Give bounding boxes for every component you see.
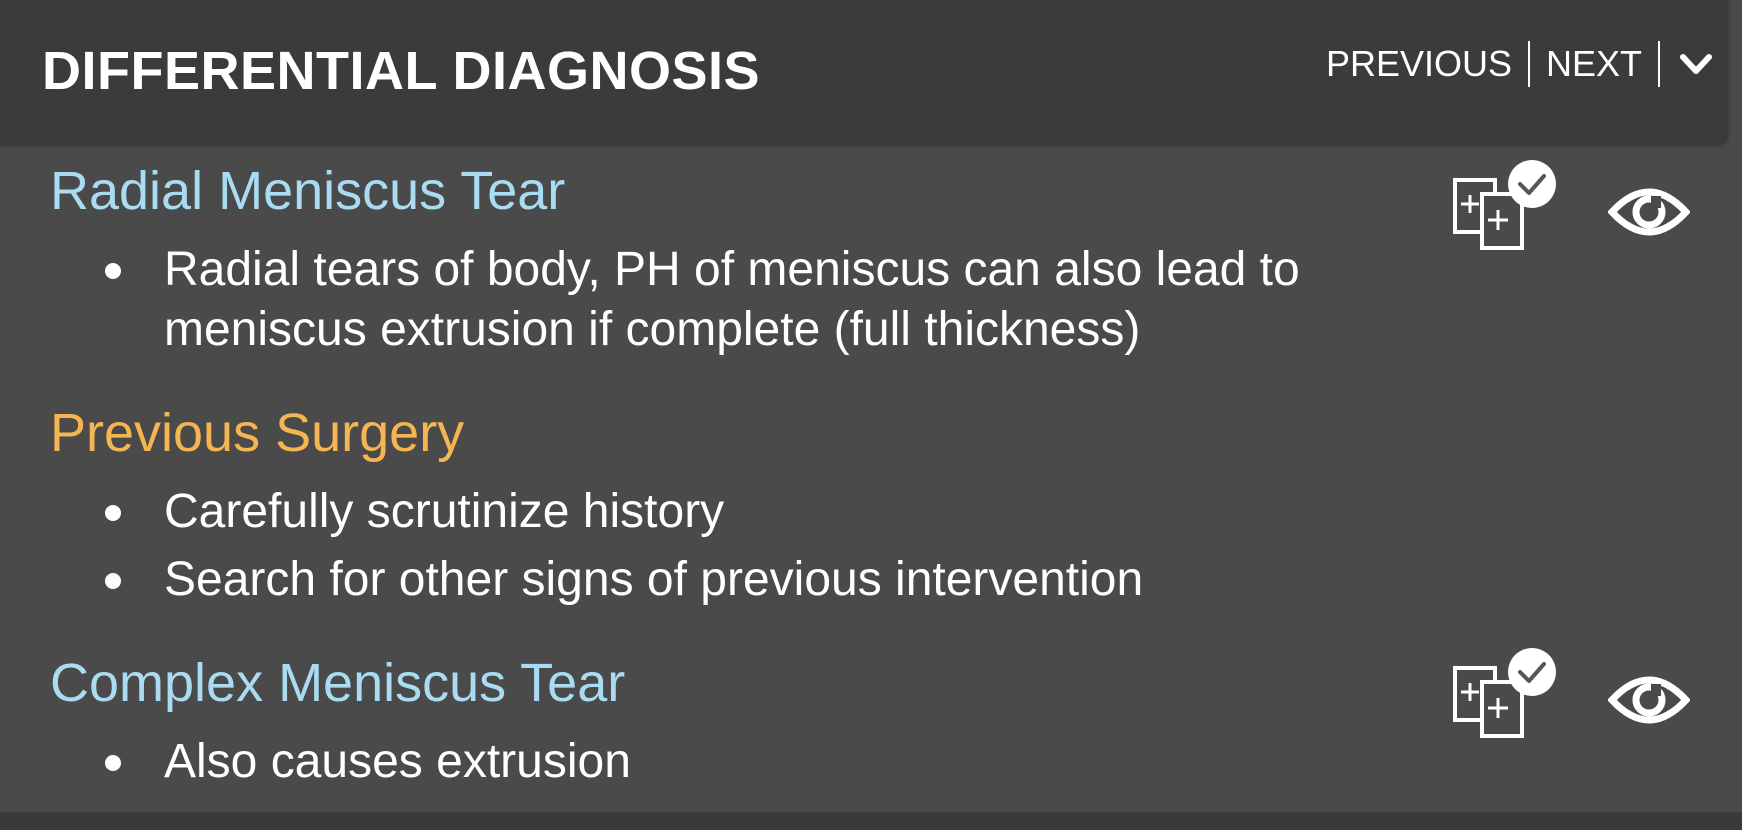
bullet-icon	[105, 755, 121, 771]
bullet-icon	[105, 573, 121, 589]
bullet-text: Search for other signs of previous inter…	[164, 553, 1144, 606]
compare-cases-icon[interactable]	[1452, 648, 1560, 740]
diagnosis-title[interactable]: Radial Meniscus Tear	[50, 160, 565, 222]
diagnosis-bullets: Carefully scrutinize history Search for …	[0, 482, 1424, 610]
list-item: Radial tears of body, PH of meniscus can…	[0, 240, 1424, 360]
panel-header: DIFFERENTIAL DIAGNOSIS PREVIOUS NEXT	[0, 0, 1728, 143]
panel-title: DIFFERENTIAL DIAGNOSIS	[42, 41, 761, 101]
eye-icon[interactable]	[1608, 670, 1690, 730]
compare-cases-icon[interactable]	[1452, 160, 1560, 252]
diagnosis-bullets: Also causes extrusion	[0, 732, 1424, 792]
bullet-text: Also causes extrusion	[164, 735, 631, 788]
next-button[interactable]: NEXT	[1546, 43, 1642, 85]
bullet-text: Carefully scrutinize history	[164, 485, 725, 538]
diagnosis-title[interactable]: Previous Surgery	[50, 402, 464, 464]
previous-button[interactable]: PREVIOUS	[1326, 43, 1512, 85]
list-item: Carefully scrutinize history	[0, 482, 1424, 542]
bullet-icon	[105, 263, 121, 279]
diagnosis-title[interactable]: Complex Meniscus Tear	[50, 652, 625, 714]
list-item: Search for other signs of previous inter…	[0, 550, 1424, 610]
panel-footer-strip	[0, 812, 1742, 830]
diagnosis-bullets: Radial tears of body, PH of meniscus can…	[0, 240, 1424, 360]
nav-divider	[1658, 41, 1660, 87]
header-nav: PREVIOUS NEXT	[1326, 40, 1714, 88]
chevron-down-icon[interactable]	[1678, 46, 1714, 82]
differential-diagnosis-panel: DIFFERENTIAL DIAGNOSIS PREVIOUS NEXT Rad…	[0, 0, 1742, 812]
list-item: Also causes extrusion	[0, 732, 1424, 792]
bullet-icon	[105, 505, 121, 521]
nav-divider	[1527, 41, 1530, 87]
bullet-text: Radial tears of body, PH of meniscus can…	[164, 243, 1300, 356]
eye-icon[interactable]	[1608, 182, 1690, 242]
